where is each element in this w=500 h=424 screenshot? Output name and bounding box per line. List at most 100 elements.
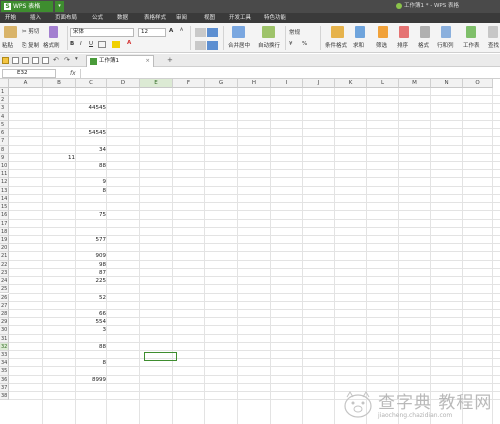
row-header-12[interactable]: 12 <box>0 178 9 187</box>
conditional-format-button[interactable]: 条件格式 <box>325 41 347 49</box>
row-header-30[interactable]: 30 <box>0 326 9 335</box>
row-header-38[interactable]: 38 <box>0 392 9 401</box>
row-header-26[interactable]: 26 <box>0 293 9 302</box>
tab-special[interactable]: 特色功能 <box>264 13 286 23</box>
tab-view[interactable]: 视图 <box>204 13 215 23</box>
spreadsheet-grid[interactable]: 44545 54545 34 11 88 9 8 75 577 909 98 87 225 52 66 554… <box>9 88 500 424</box>
column-header-m[interactable]: M <box>399 79 431 88</box>
row-header-17[interactable]: 17 <box>0 219 9 228</box>
paste-icon[interactable] <box>4 26 17 38</box>
italic-button[interactable]: I <box>80 41 82 47</box>
document-tab[interactable]: 工作簿1 × <box>86 55 154 67</box>
align-center-icon[interactable] <box>207 41 218 50</box>
cell-c6[interactable]: 54545 <box>76 129 107 137</box>
column-header-b[interactable]: B <box>43 79 76 88</box>
column-header-k[interactable]: K <box>335 79 367 88</box>
row-header-9[interactable]: 9 <box>0 153 9 162</box>
tab-home[interactable]: 开始 <box>5 13 16 23</box>
wrap-text-button[interactable]: 自动换行 <box>258 41 280 49</box>
save-icon[interactable] <box>12 57 19 64</box>
open-folder-icon[interactable] <box>2 57 9 64</box>
border-icon[interactable] <box>98 41 106 48</box>
column-header-c[interactable]: C <box>76 79 107 88</box>
row-header-35[interactable]: 35 <box>0 367 9 376</box>
row-header-20[interactable]: 20 <box>0 244 9 253</box>
row-header-11[interactable]: 11 <box>0 170 9 179</box>
row-header-18[interactable]: 18 <box>0 227 9 236</box>
redo-icon[interactable]: ↷ <box>64 56 70 64</box>
column-header-a[interactable]: A <box>9 79 43 88</box>
cell-c34[interactable]: 8 <box>76 359 107 367</box>
format-painter-icon[interactable] <box>49 26 58 38</box>
export-pdf-icon[interactable] <box>42 57 49 64</box>
row-col-icon[interactable] <box>441 26 451 38</box>
row-header-5[interactable]: 5 <box>0 120 9 130</box>
filter-icon[interactable] <box>378 26 388 38</box>
tab-developer[interactable]: 开发工具 <box>229 13 251 23</box>
merge-icon[interactable] <box>232 26 245 38</box>
app-menu-button[interactable]: S WPS 表格 <box>1 1 53 12</box>
percent-button[interactable]: % <box>302 41 307 47</box>
row-header-32[interactable]: 32 <box>0 342 9 352</box>
cell-c8[interactable]: 34 <box>76 146 107 154</box>
cell-c29[interactable]: 554 <box>76 318 107 326</box>
worksheet-icon[interactable] <box>466 26 476 38</box>
merge-center-button[interactable]: 合并居中 <box>228 41 250 49</box>
underline-button[interactable]: U <box>89 41 93 47</box>
row-header-37[interactable]: 37 <box>0 383 9 393</box>
cell-c36[interactable]: 8999 <box>76 376 107 384</box>
row-header-33[interactable]: 33 <box>0 351 9 360</box>
column-header-i[interactable]: I <box>271 79 303 88</box>
cell-c24[interactable]: 225 <box>76 277 107 285</box>
align-left-icon[interactable] <box>195 41 206 50</box>
align-middle-icon[interactable] <box>207 28 218 37</box>
function-icon[interactable]: fx <box>70 68 76 79</box>
cell-c3[interactable]: 44545 <box>76 104 107 112</box>
column-header-d[interactable]: D <box>107 79 140 88</box>
column-header-h[interactable]: H <box>238 79 271 88</box>
font-color-button[interactable]: A <box>127 40 131 46</box>
align-top-icon[interactable] <box>195 28 206 37</box>
column-header-e[interactable]: E <box>140 79 173 88</box>
row-header-4[interactable]: 4 <box>0 112 9 121</box>
cell-c28[interactable]: 66 <box>76 310 107 318</box>
row-header-7[interactable]: 7 <box>0 137 9 146</box>
paste-button[interactable]: 粘贴 <box>2 41 13 49</box>
row-header-21[interactable]: 21 <box>0 252 9 261</box>
quick-access-dropdown-icon[interactable]: ▾ <box>75 56 78 62</box>
cell-c19[interactable]: 577 <box>76 236 107 244</box>
row-header-36[interactable]: 36 <box>0 375 9 384</box>
column-header-g[interactable]: G <box>205 79 238 88</box>
sort-button[interactable]: 排序 <box>397 41 408 49</box>
column-header-n[interactable]: N <box>431 79 463 88</box>
cell-b9[interactable]: 11 <box>43 154 76 162</box>
font-name-select[interactable]: 宋体 <box>70 28 134 37</box>
fill-color-icon[interactable] <box>112 41 120 48</box>
row-header-34[interactable]: 34 <box>0 359 9 368</box>
cell-c12[interactable]: 9 <box>76 178 107 186</box>
column-header-j[interactable]: J <box>303 79 335 88</box>
tab-insert[interactable]: 插入 <box>30 13 41 23</box>
cut-button[interactable]: ✂ 剪切 <box>22 27 39 35</box>
copy-button[interactable]: ⎘ 复制 <box>22 41 39 50</box>
column-header-l[interactable]: L <box>367 79 399 88</box>
column-header-o[interactable]: O <box>463 79 493 88</box>
format-icon[interactable] <box>420 26 430 38</box>
find-icon[interactable] <box>488 26 498 38</box>
row-header-3[interactable]: 3 <box>0 104 9 113</box>
cell-c26[interactable]: 52 <box>76 294 107 302</box>
format-painter-button[interactable]: 格式刷 <box>43 41 60 49</box>
bold-button[interactable]: B <box>70 41 74 47</box>
active-cell-cursor[interactable] <box>144 352 177 361</box>
tab-table-style[interactable]: 表格样式 <box>144 13 166 23</box>
print-preview-icon[interactable] <box>32 57 39 64</box>
select-all-corner[interactable] <box>0 79 9 88</box>
worksheet-button[interactable]: 工作表 <box>463 41 480 49</box>
cell-c30[interactable]: 3 <box>76 326 107 334</box>
row-header-27[interactable]: 27 <box>0 301 9 310</box>
app-dropdown-icon[interactable]: ▾ <box>55 1 64 12</box>
print-icon[interactable] <box>22 57 29 64</box>
cell-c21[interactable]: 909 <box>76 252 107 260</box>
row-col-button[interactable]: 行和列 <box>437 41 454 49</box>
row-header-14[interactable]: 14 <box>0 194 9 204</box>
